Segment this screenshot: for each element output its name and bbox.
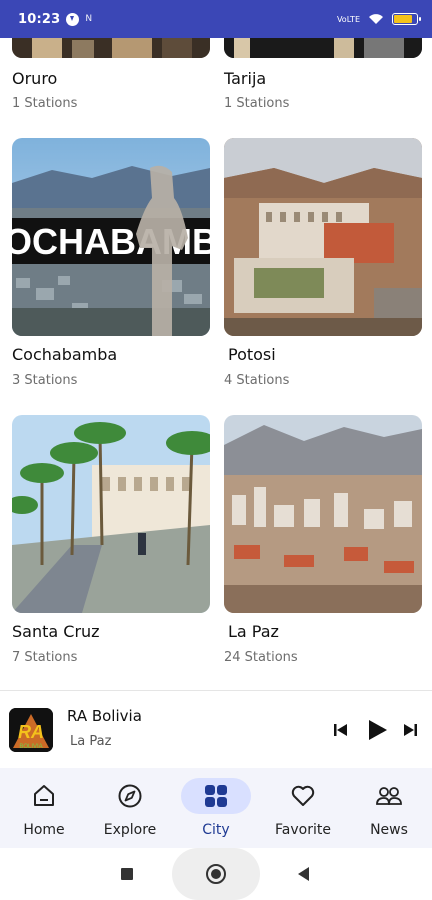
nav-city[interactable]: City — [173, 768, 259, 848]
volte-icon: VoLTE — [336, 14, 360, 24]
bottom-navigation: Home Explore City Favorite News — [0, 768, 432, 848]
wifi-icon — [369, 14, 383, 24]
people-icon — [376, 787, 402, 805]
system-status-icons: VoLTE — [336, 13, 421, 25]
nav-label: Home — [23, 822, 65, 838]
city-image-potosi — [224, 138, 422, 336]
download-icon — [66, 12, 80, 26]
city-name: Oruro — [12, 69, 58, 88]
nav-label: Explore — [103, 822, 157, 838]
city-card-potosi[interactable] — [224, 138, 422, 336]
battery-level — [394, 15, 412, 23]
svg-text:BOLIVIA: BOLIVIA — [19, 744, 42, 750]
player-station-city: La Paz — [70, 734, 112, 749]
mini-player[interactable]: RA BOLIVIA RA Bolivia La Paz — [0, 690, 432, 768]
city-station-count: 7 Stations — [12, 650, 78, 665]
status-time: 10:23 — [18, 11, 61, 27]
city-name: Cochabamba — [12, 345, 118, 364]
city-name: Tarija — [224, 69, 267, 88]
city-card-tarija[interactable] — [224, 38, 422, 58]
nav-news[interactable]: News — [346, 768, 432, 848]
city-image-santa-cruz — [12, 415, 210, 613]
system-navigation-bar — [0, 848, 432, 900]
nav-favorite[interactable]: Favorite — [260, 768, 346, 848]
grid-icon — [205, 785, 227, 807]
home-icon — [34, 785, 54, 806]
city-image-oruro — [12, 38, 210, 58]
home-button[interactable] — [206, 864, 226, 884]
status-bar: 10:23 N VoLTE — [0, 0, 432, 38]
city-card-cochabamba[interactable]: OCHABAMB — [12, 138, 210, 336]
city-grid: Oruro 1 Stations Tarija 1 Stations OCHAB… — [0, 38, 432, 690]
nav-explore[interactable]: Explore — [87, 768, 173, 848]
player-station-title: RA Bolivia — [67, 707, 142, 725]
skip-next-icon[interactable] — [399, 719, 421, 741]
battery-icon — [392, 13, 421, 25]
city-station-count: 4 Stations — [224, 373, 290, 388]
skip-previous-icon[interactable] — [330, 719, 352, 741]
nav-label: Favorite — [275, 822, 331, 838]
city-name: La Paz — [228, 622, 279, 641]
nav-label: City — [202, 822, 230, 838]
city-station-count: 1 Stations — [12, 96, 78, 111]
app-notification-icon: N — [85, 14, 93, 24]
heart-icon — [291, 785, 315, 806]
city-name: Santa Cruz — [12, 622, 100, 641]
nav-label: News — [370, 822, 408, 838]
city-station-count: 1 Stations — [224, 96, 290, 111]
city-card-oruro[interactable] — [12, 38, 210, 58]
city-card-la-paz[interactable] — [224, 415, 422, 613]
city-station-count: 24 Stations — [224, 650, 298, 665]
recents-button[interactable] — [121, 868, 133, 880]
city-card-santa-cruz[interactable] — [12, 415, 210, 613]
play-icon[interactable] — [364, 717, 390, 743]
city-name: Potosi — [228, 345, 276, 364]
city-image-cochabamba: OCHABAMB — [12, 138, 210, 336]
station-logo: RA BOLIVIA — [9, 708, 53, 752]
back-button[interactable] — [298, 867, 309, 881]
nav-home[interactable]: Home — [1, 768, 87, 848]
city-image-tarija — [224, 38, 422, 58]
notification-icons: N — [66, 12, 93, 26]
city-station-count: 3 Stations — [12, 373, 78, 388]
city-image-la-paz — [224, 415, 422, 613]
compass-icon — [118, 784, 142, 808]
svg-text:RA: RA — [18, 722, 44, 742]
